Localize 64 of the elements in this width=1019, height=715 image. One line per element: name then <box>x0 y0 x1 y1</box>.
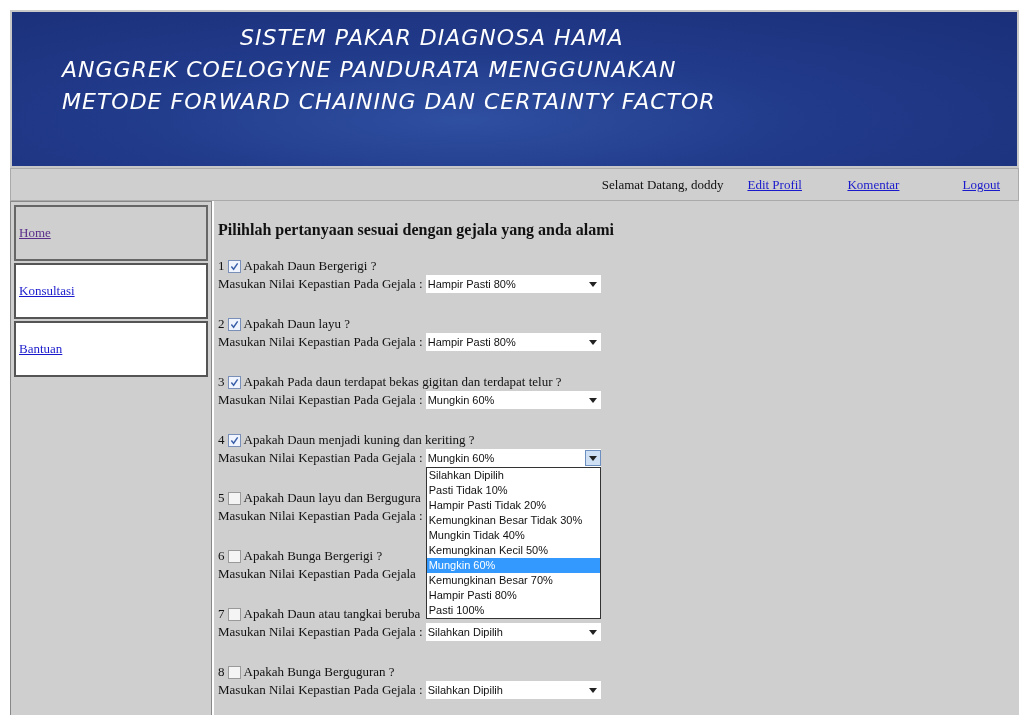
checkbox[interactable] <box>227 375 241 389</box>
certainty-label: Masukan Nilai Kepastian Pada Gejala : <box>218 334 423 350</box>
site-title: ANGGREK COELOGYNE PANDURATA MENGGUNAKAN <box>60 56 678 84</box>
dropdown-arrow-icon <box>588 455 597 461</box>
checkbox[interactable] <box>227 549 241 563</box>
dropdown-option[interactable]: Mungkin Tidak 40% <box>426 528 600 543</box>
site-title: SISTEM PAKAR DIAGNOSA HAMA <box>239 24 625 52</box>
certainty-label: Masukan Nilai Kepastian Pada Gejala : <box>218 276 423 292</box>
checkbox[interactable] <box>227 433 241 447</box>
question-text: Apakah Daun layu dan Bergugura <box>243 490 421 506</box>
question-text: Apakah Daun layu ? <box>243 316 350 332</box>
dropdown-arrow-icon <box>588 687 597 693</box>
question-text: Apakah Daun Bergerigi ? <box>243 258 377 274</box>
checkbox[interactable] <box>227 665 241 679</box>
dropdown-option[interactable]: Pasti 100% <box>426 603 600 618</box>
dropdown-arrow-icon <box>588 397 597 403</box>
dropdown-option[interactable]: Kemungkinan Besar 70% <box>426 573 600 588</box>
certainty-select[interactable]: Silahkan Dipilih <box>425 681 601 699</box>
question-number: 2 <box>218 316 225 332</box>
question-number: 5 <box>218 490 225 506</box>
question-number: 4 <box>218 432 225 448</box>
certainty-select[interactable]: Silahkan Dipilih <box>425 623 601 641</box>
certainty-select[interactable]: Hampir Pasti 80% <box>425 275 601 293</box>
sidebar-link[interactable]: Konsultasi <box>19 283 75 299</box>
checkbox[interactable] <box>227 607 241 621</box>
certainty-label: Masukan Nilai Kepastian Pada Gejala : <box>218 682 423 698</box>
dropdown-option[interactable]: Hampir Pasti Tidak 20% <box>426 498 600 513</box>
question-text: Apakah Bunga Berguguran ? <box>243 664 395 680</box>
checkbox[interactable] <box>227 491 241 505</box>
dropdown-option[interactable]: Pasti Tidak 10% <box>426 483 600 498</box>
dropdown-arrow-icon <box>588 281 597 287</box>
checkbox[interactable] <box>227 317 241 331</box>
sidebar-link[interactable]: Home <box>19 225 51 241</box>
page-heading: Pilihlah pertanyaan sesuai dengan gejala yang anda alami <box>218 221 616 239</box>
certainty-select[interactable]: Hampir Pasti 80% <box>425 333 601 351</box>
checkbox[interactable] <box>227 259 241 273</box>
certainty-select[interactable]: Mungkin 60% <box>425 449 601 467</box>
certainty-label: Masukan Nilai Kepastian Pada Gejala <box>218 566 416 582</box>
question-text: Apakah Daun menjadi kuning dan keriting ? <box>243 432 475 448</box>
certainty-label: Masukan Nilai Kepastian Pada Gejala : <box>218 392 423 408</box>
question-text: Apakah Daun atau tangkai beruba <box>243 606 421 622</box>
dropdown-option[interactable]: Kemungkinan Besar Tidak 30% <box>426 513 600 528</box>
site-title: METODE FORWARD CHAINING DAN CERTAINTY FACTOR <box>61 88 717 116</box>
nav-link[interactable]: Edit Profil <box>747 176 848 193</box>
dropdown-arrow-icon <box>588 339 597 345</box>
certainty-label: Masukan Nilai Kepastian Pada Gejala : <box>218 624 423 640</box>
question-number: 6 <box>218 548 225 564</box>
question-number: 8 <box>218 664 225 680</box>
dropdown-arrow-icon <box>588 629 597 635</box>
dropdown-option[interactable]: Hampir Pasti 80% <box>426 588 600 603</box>
question-number: 1 <box>218 258 225 274</box>
welcome-text: Selamat Datang, doddy <box>601 176 724 193</box>
question-number: 3 <box>218 374 225 390</box>
question-text: Apakah Bunga Bergerigi ? <box>243 548 383 564</box>
sidebar-link[interactable]: Bantuan <box>19 341 63 357</box>
nav-link[interactable]: Komentar <box>847 176 963 193</box>
dropdown-option[interactable]: Kemungkinan Kecil 50% <box>426 543 600 558</box>
certainty-select[interactable]: Mungkin 60% <box>425 391 601 409</box>
question-text: Apakah Pada daun terdapat bekas gigitan dan terdapat telur ? <box>243 374 562 390</box>
certainty-label: Masukan Nilai Kepastian Pada Gejala : <box>218 450 423 466</box>
question-number: 7 <box>218 606 225 622</box>
certainty-label: Masukan Nilai Kepastian Pada Gejala : <box>218 508 423 524</box>
nav-link[interactable]: Logout <box>962 176 1000 193</box>
dropdown-option[interactable]: Silahkan Dipilih <box>426 468 600 483</box>
